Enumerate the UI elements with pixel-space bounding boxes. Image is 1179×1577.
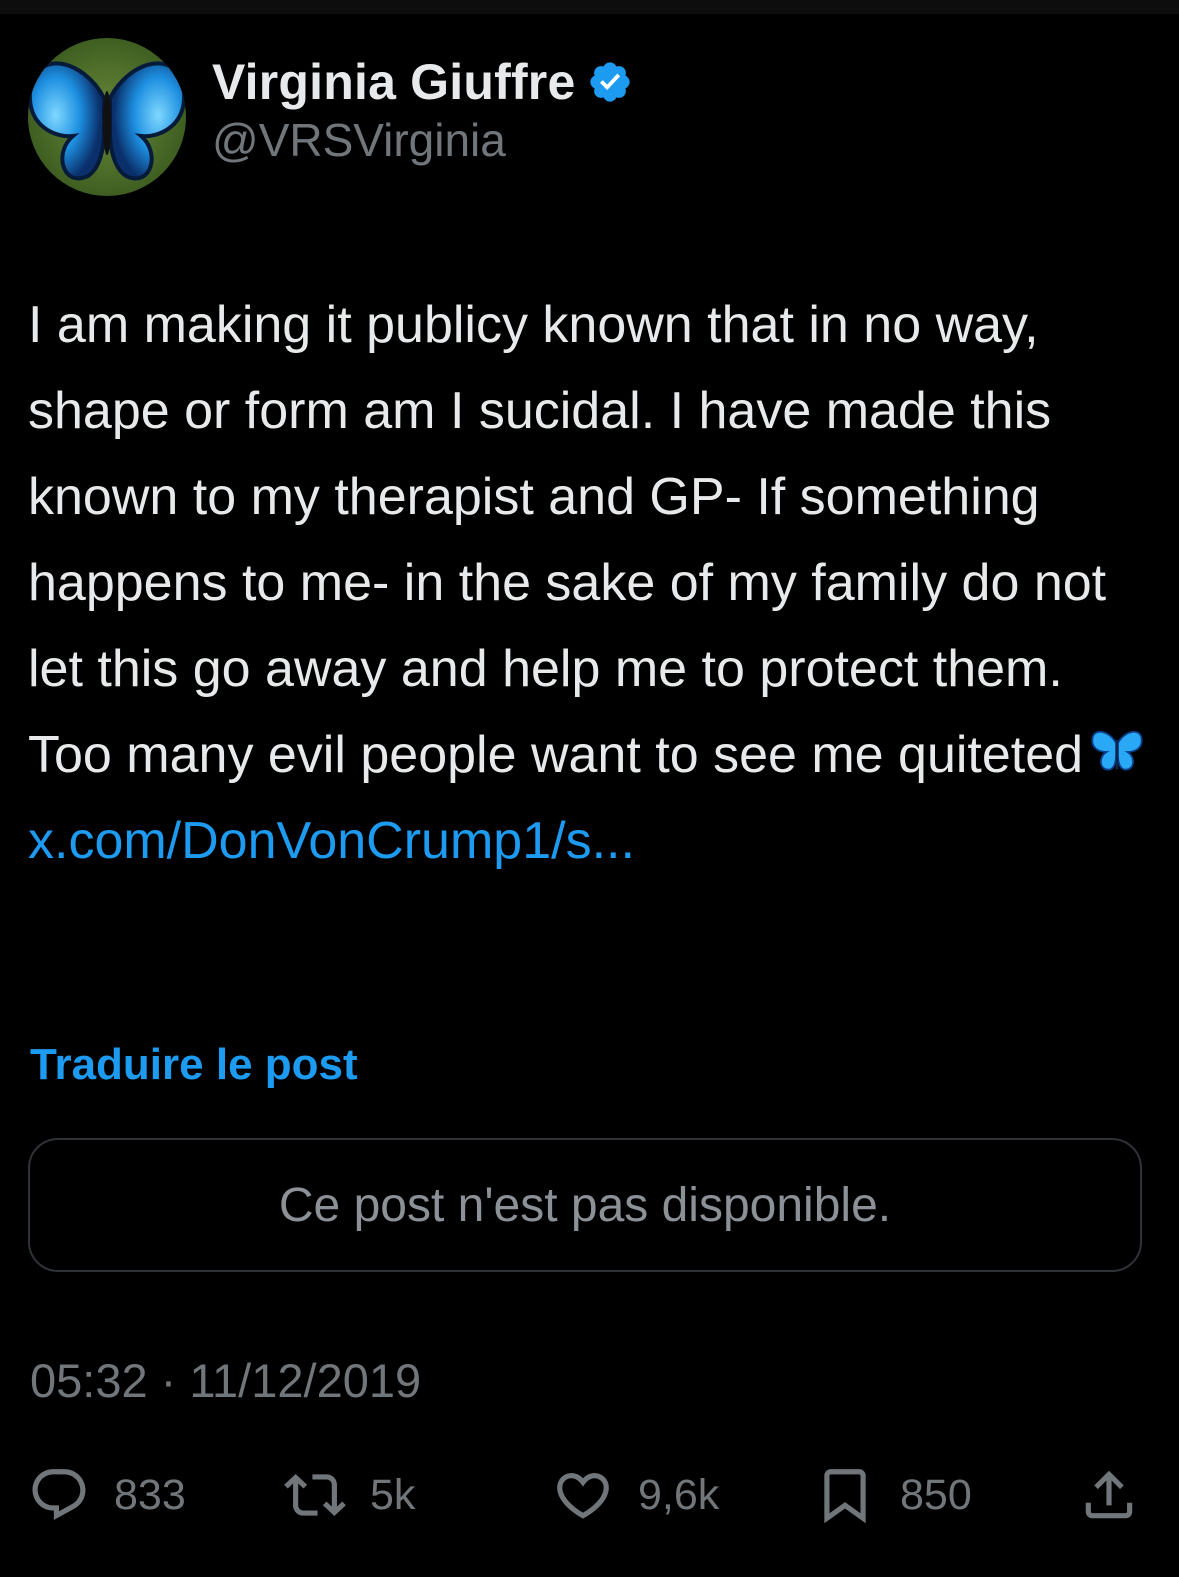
repost-count: 5k	[370, 1470, 416, 1519]
handle[interactable]: @VRSVirginia	[212, 113, 633, 167]
bookmark-count: 850	[900, 1470, 972, 1519]
like-button[interactable]: 9,6k	[552, 1460, 719, 1530]
repost-button[interactable]: 5k	[284, 1460, 415, 1530]
repost-icon	[284, 1474, 346, 1516]
name-row: Virginia Giuffre	[212, 53, 633, 111]
quoted-post-unavailable: Ce post n'est pas disponible.	[28, 1138, 1142, 1272]
heart-icon	[557, 1473, 609, 1519]
reply-button[interactable]: 833	[28, 1460, 186, 1530]
like-count: 9,6k	[638, 1470, 720, 1519]
reply-count: 833	[114, 1470, 186, 1519]
bookmark-button[interactable]: 850	[814, 1460, 972, 1530]
verified-badge-icon	[590, 62, 631, 102]
unavailable-message: Ce post n'est pas disponible.	[278, 1178, 892, 1232]
tweet-link[interactable]: x.com/DonVonCrump1/s...	[28, 798, 1153, 884]
butterfly-emoji-icon	[1091, 730, 1143, 771]
tweet-body: I am making it publicy known that in no …	[28, 282, 1153, 884]
timestamp[interactable]: 05:32 · 11/12/2019	[30, 1353, 421, 1408]
translate-post-link[interactable]: Traduire le post	[30, 1040, 358, 1090]
tweet-text: I am making it publicy known that in no …	[28, 296, 1107, 784]
display-name[interactable]: Virginia Giuffre	[212, 53, 575, 111]
reply-icon	[32, 1469, 86, 1521]
share-button[interactable]	[1078, 1460, 1140, 1530]
butterfly-avatar-icon	[28, 61, 186, 181]
tweet-header: Virginia Giuffre @VRSVirginia	[28, 38, 633, 196]
avatar[interactable]	[28, 38, 186, 196]
author-names: Virginia Giuffre @VRSVirginia	[212, 53, 633, 167]
top-edge	[0, 0, 1179, 14]
action-bar: 833 5k 9,6k 850	[28, 1460, 1142, 1530]
share-icon	[1085, 1470, 1133, 1519]
bookmark-icon	[824, 1469, 866, 1524]
